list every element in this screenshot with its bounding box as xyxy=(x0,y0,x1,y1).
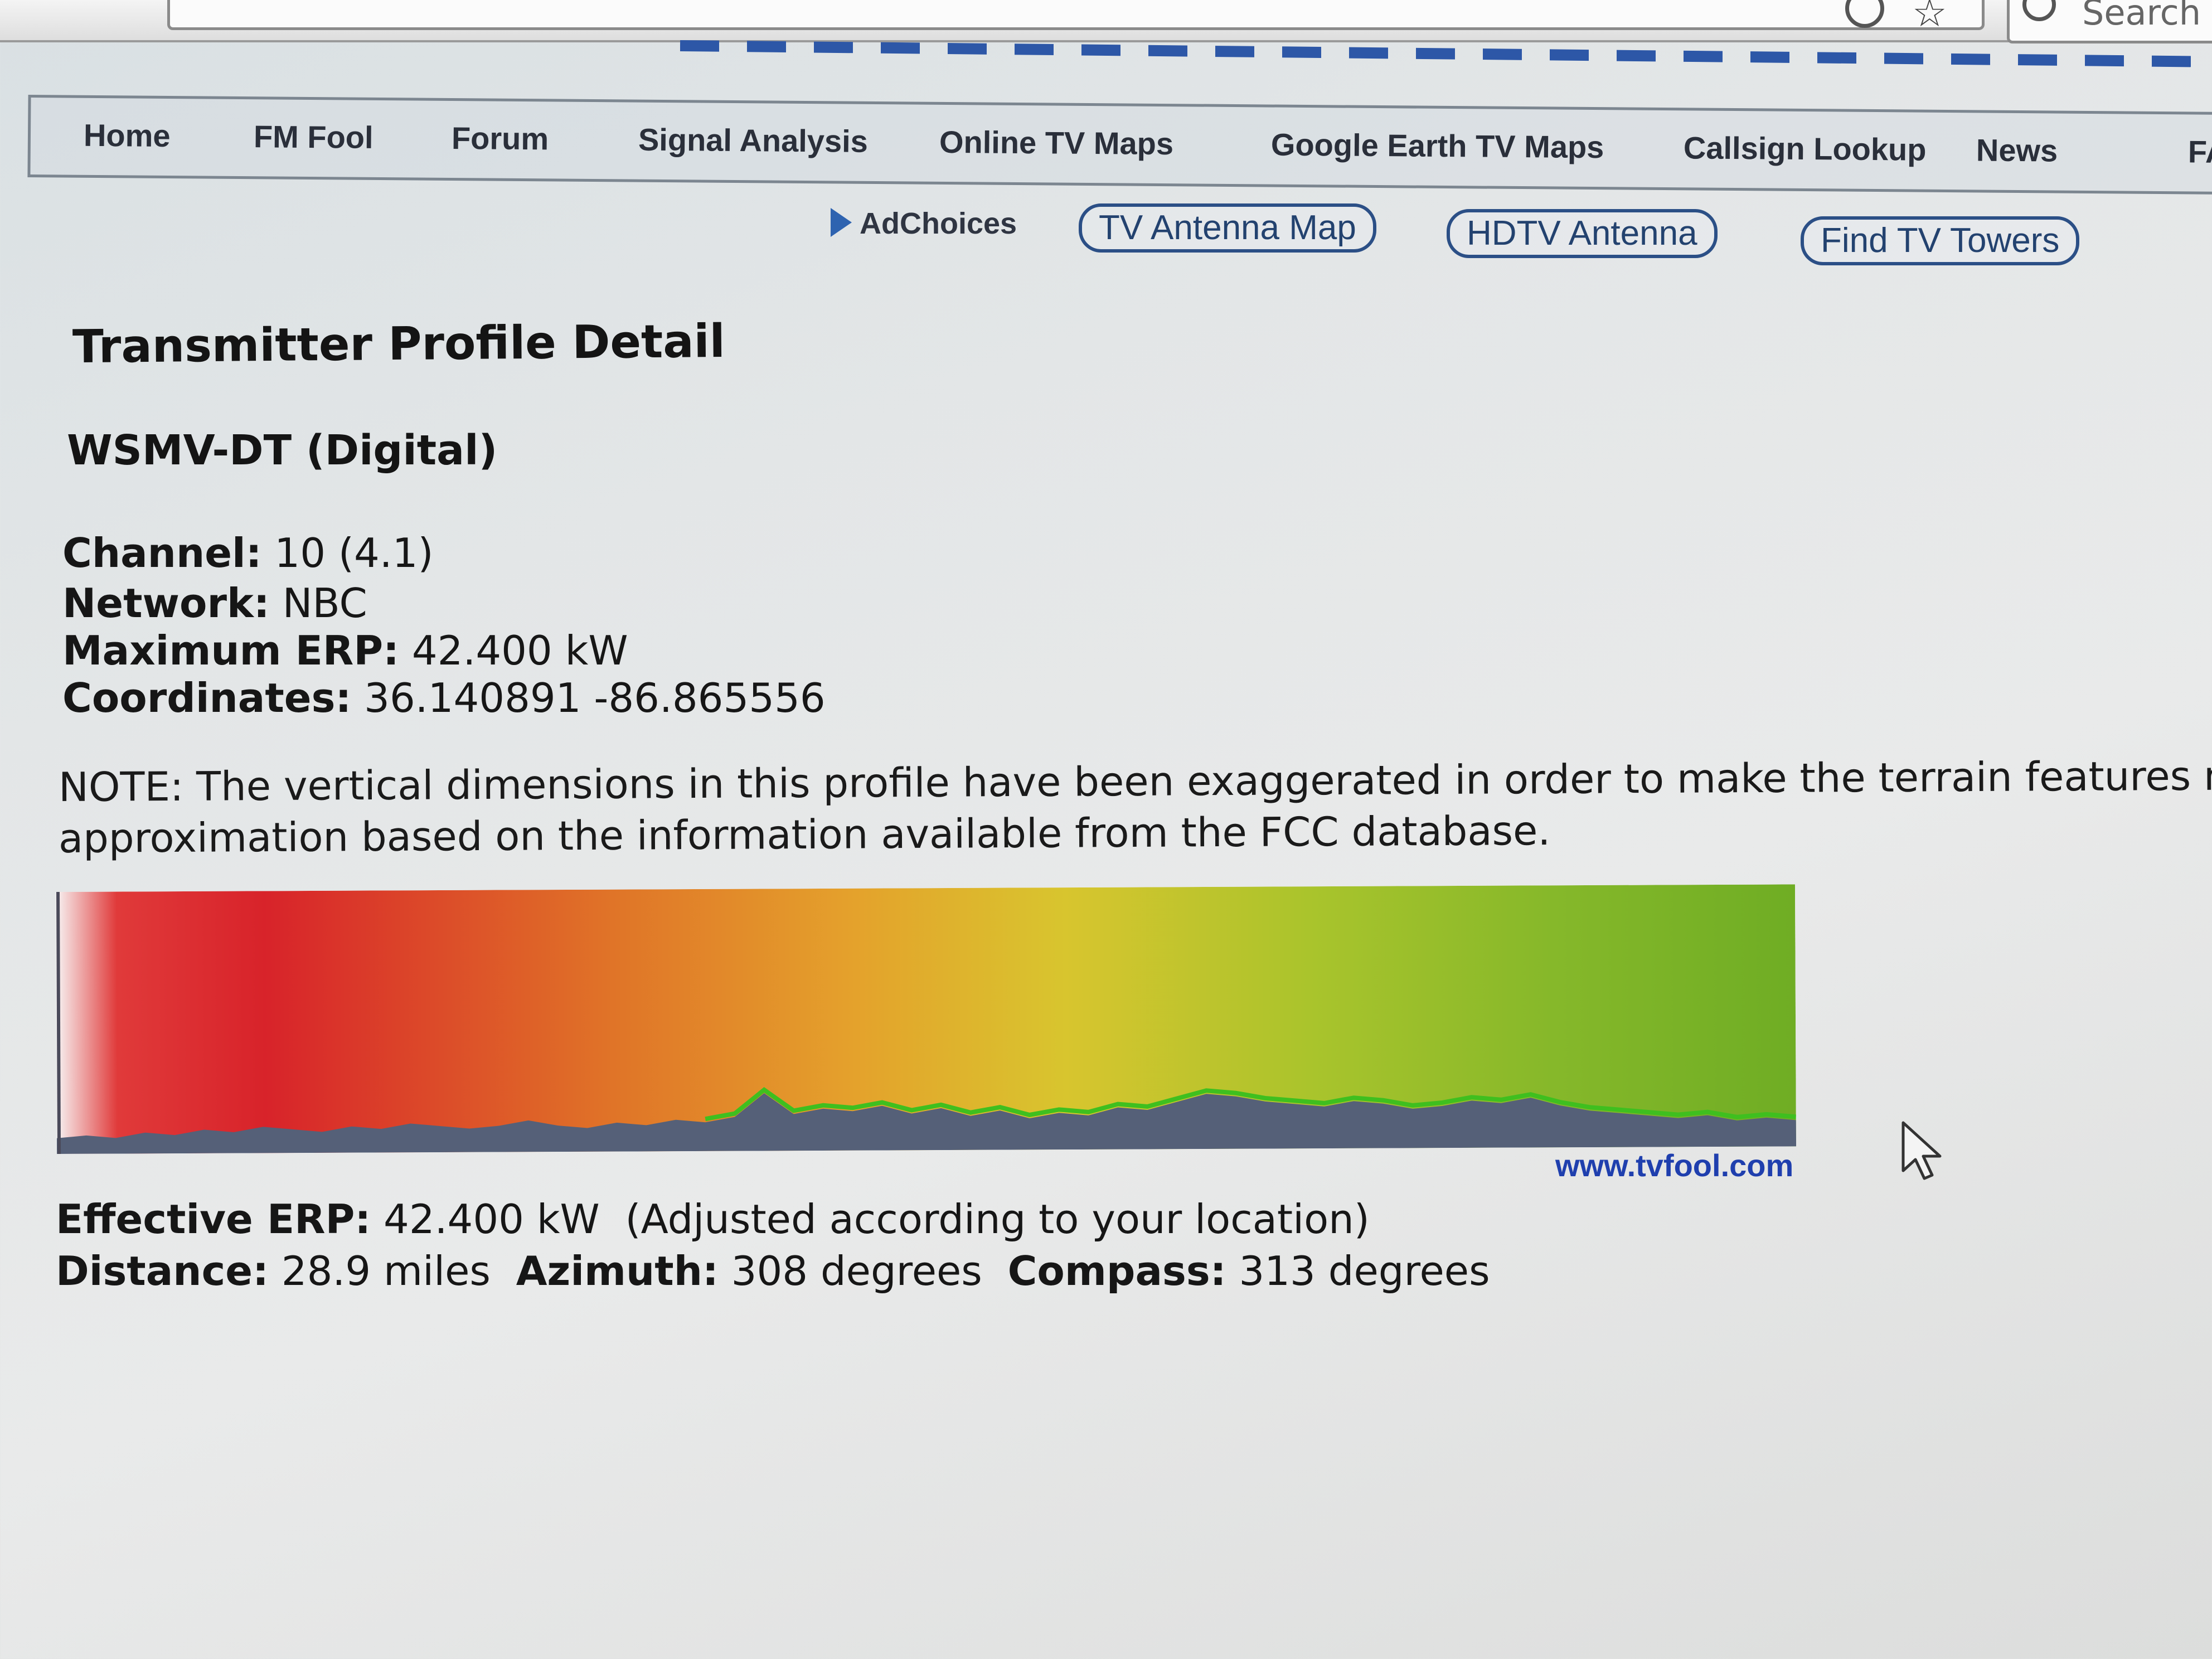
tvfool-link[interactable]: www.tvfool.com xyxy=(1555,1147,1793,1183)
max-erp-label: Maximum ERP: xyxy=(62,627,399,674)
nav-signal-analysis[interactable]: Signal Analysis xyxy=(638,122,868,159)
effective-erp-value: 42.400 kW xyxy=(384,1196,600,1243)
nav-callsign-lookup[interactable]: Callsign Lookup xyxy=(1684,129,1927,167)
address-bar[interactable] xyxy=(167,0,1985,30)
ad-link-find-tv-towers[interactable]: Find TV Towers xyxy=(1801,216,2080,265)
nav-fa[interactable]: FA xyxy=(2188,133,2212,170)
adchoices-icon xyxy=(831,208,852,237)
coordinates-value: 36.140891 -86.865556 xyxy=(364,675,826,721)
nav-home[interactable]: Home xyxy=(84,117,171,154)
ad-link-hdtv-antenna[interactable]: HDTV Antenna xyxy=(1447,209,1718,258)
max-erp-row: Maximum ERP: 42.400 kW xyxy=(62,627,628,674)
network-label: Network: xyxy=(62,580,270,627)
bookmark-star-icon[interactable]: ☆ xyxy=(1912,0,1947,36)
azimuth-value: 308 degrees xyxy=(731,1248,982,1294)
nav-google-earth-tv-maps[interactable]: Google Earth TV Maps xyxy=(1271,127,1604,166)
azimuth-label: Azimuth: xyxy=(516,1248,719,1294)
channel-row: Channel: 10 (4.1) xyxy=(62,530,434,576)
compass-value: 313 degrees xyxy=(1239,1248,1490,1294)
station-name: WSMV-DT (Digital) xyxy=(67,426,498,474)
distance-label: Distance: xyxy=(56,1248,269,1294)
effective-erp-label: Effective ERP: xyxy=(56,1196,371,1243)
adchoices-label: AdChoices xyxy=(860,207,1017,240)
ad-link-tv-antenna-map[interactable]: TV Antenna Map xyxy=(1079,203,1376,253)
distance-value: 28.9 miles xyxy=(281,1248,491,1294)
transmitter-tower-line xyxy=(56,891,61,1154)
compass-label: Compass: xyxy=(1007,1248,1226,1294)
note-line-2: approximation based on the information a… xyxy=(58,807,1551,862)
mouse-cursor-icon xyxy=(1901,1121,1942,1180)
effective-erp-note: (Adjusted according to your location) xyxy=(625,1196,1370,1243)
network-value: NBC xyxy=(282,580,367,627)
adchoices-link[interactable]: AdChoices xyxy=(831,206,1017,241)
effective-erp-row: Effective ERP: 42.400 kW (Adjusted accor… xyxy=(56,1196,1370,1243)
coordinates-label: Coordinates: xyxy=(62,675,352,721)
nav-news[interactable]: News xyxy=(1976,132,2058,168)
note-line-1: NOTE: The vertical dimensions in this pr… xyxy=(58,752,2212,811)
channel-value: 10 (4.1) xyxy=(274,530,434,576)
network-row: Network: NBC xyxy=(62,580,367,627)
channel-label: Channel: xyxy=(62,530,262,576)
distance-azimuth-row: Distance: 28.9 miles Azimuth: 308 degree… xyxy=(56,1248,1490,1294)
max-erp-value: 42.400 kW xyxy=(411,627,628,674)
nav-fm-fool[interactable]: FM Fool xyxy=(254,118,373,156)
page-title: Transmitter Profile Detail xyxy=(72,314,726,374)
terrain-profile-svg xyxy=(56,884,1797,1154)
coordinates-row: Coordinates: 36.140891 -86.865556 xyxy=(62,675,826,721)
nav-online-tv-maps[interactable]: Online TV Maps xyxy=(939,124,1174,162)
main-nav: Home FM Fool Forum Signal Analysis Onlin… xyxy=(27,95,2212,195)
nav-forum[interactable]: Forum xyxy=(452,120,549,157)
terrain-profile-graphic xyxy=(56,884,1797,1154)
header-dash-decoration xyxy=(680,40,2212,67)
ad-links-row: AdChoices TV Antenna Map HDTV Antenna Fi… xyxy=(0,201,2212,268)
search-placeholder: Search xyxy=(2082,0,2201,33)
